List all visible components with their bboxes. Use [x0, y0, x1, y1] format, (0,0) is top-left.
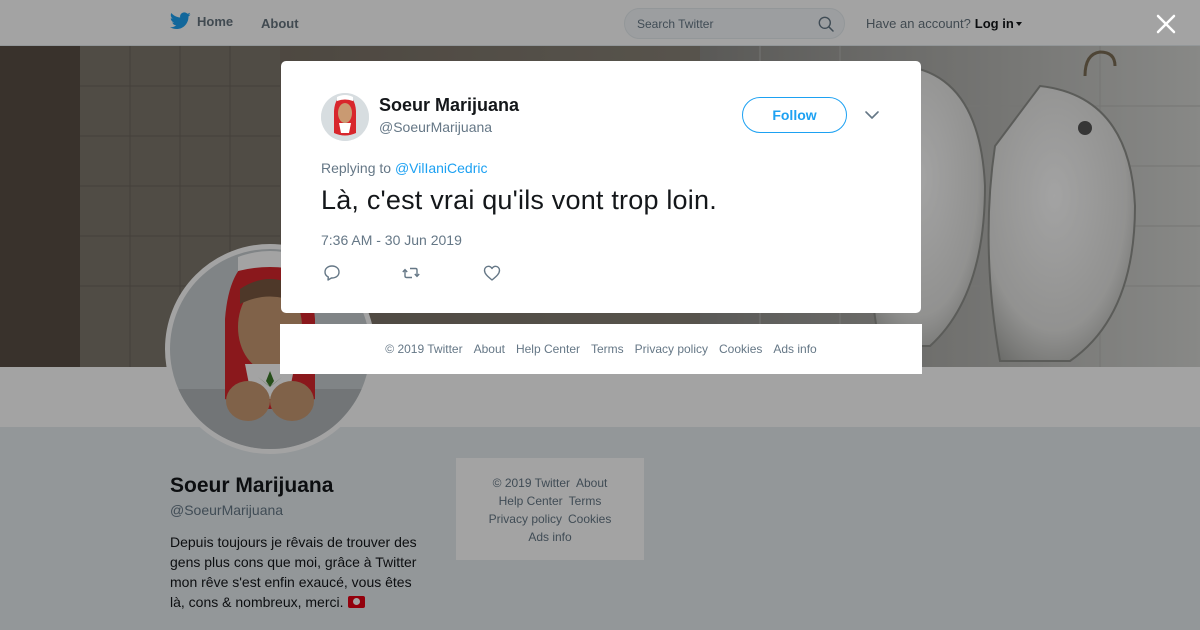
tweet-text: Là, c'est vrai qu'ils vont trop loin.	[321, 185, 717, 215]
modal-footer-cookies-link[interactable]: Cookies	[719, 342, 762, 356]
modal-footer-terms-link[interactable]: Terms	[591, 342, 624, 356]
tweet-author-handle[interactable]: @SoeurMarijuana	[379, 119, 492, 135]
replying-to-line: Replying to @VilIaniCedric	[321, 160, 487, 176]
modal-footer-ads-link[interactable]: Ads info	[773, 342, 816, 356]
modal-footer-help-link[interactable]: Help Center	[516, 342, 580, 356]
modal-footer-privacy-link[interactable]: Privacy policy	[635, 342, 708, 356]
tweet-author-avatar[interactable]	[321, 93, 369, 141]
follow-button[interactable]: Follow	[742, 97, 847, 133]
modal-footer-copyright: © 2019 Twitter	[385, 342, 463, 356]
modal-footer: © 2019 Twitter About Help Center Terms P…	[280, 324, 922, 374]
replying-to-link[interactable]: @VilIaniCedric	[395, 160, 488, 176]
modal-footer-about-link[interactable]: About	[474, 342, 505, 356]
heart-icon[interactable]	[483, 264, 501, 282]
nun-avatar-small	[321, 93, 369, 141]
chevron-down-icon[interactable]	[864, 107, 880, 123]
reply-icon[interactable]	[323, 264, 341, 282]
tweet-modal: Soeur Marijuana @SoeurMarijuana Follow R…	[281, 61, 921, 313]
tweet-author-name[interactable]: Soeur Marijuana	[379, 95, 519, 116]
close-icon[interactable]	[1153, 11, 1179, 37]
replying-to-prefix: Replying to	[321, 160, 392, 176]
tweet-timestamp[interactable]: 7:36 AM - 30 Jun 2019	[321, 232, 462, 248]
retweet-icon[interactable]	[402, 264, 420, 282]
